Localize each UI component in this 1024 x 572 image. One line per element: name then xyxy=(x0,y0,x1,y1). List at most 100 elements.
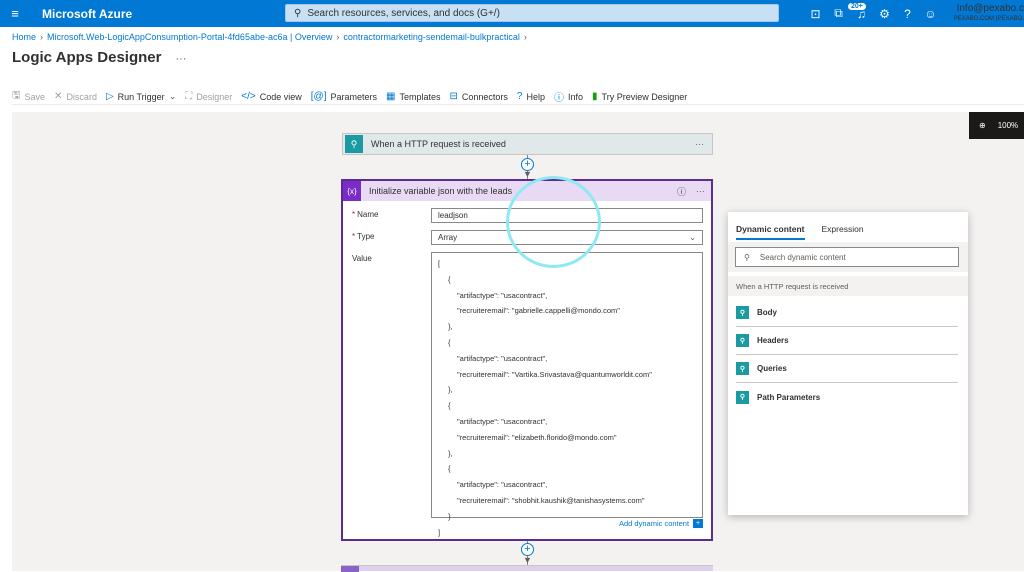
dynamic-item-label: Body xyxy=(757,308,777,317)
type-label-text: Type xyxy=(357,232,375,241)
dynamic-item-queries[interactable]: ⚲ Queries xyxy=(736,355,958,383)
global-search-placeholder: Search resources, services, and docs (G+… xyxy=(307,7,500,19)
type-value: Array xyxy=(438,233,458,242)
info-label: Info xyxy=(568,91,584,102)
page-title-text: Logic Apps Designer xyxy=(12,49,162,66)
breadcrumb-resource[interactable]: Microsoft.Web-LogicAppConsumption-Portal… xyxy=(47,32,332,42)
tab-dynamic-content[interactable]: Dynamic content xyxy=(736,224,805,240)
required-marker: * xyxy=(352,210,356,219)
parameters-icon: [@] xyxy=(310,91,327,102)
run-trigger-label: Run Trigger xyxy=(117,91,165,102)
action-more-icon[interactable]: ··· xyxy=(696,186,705,196)
discard-button[interactable]: ✕ Discard xyxy=(54,91,97,102)
cloud-shell-icon[interactable]: ⊡ xyxy=(804,7,827,21)
code-view-button[interactable]: </> Code view xyxy=(241,91,302,102)
http-request-icon: ⚲ xyxy=(736,306,749,319)
dynamic-search-placeholder: Search dynamic content xyxy=(759,252,846,262)
value-line: "recruiteremail": "gabrielle.cappelli@mo… xyxy=(457,306,620,316)
feedback-icon[interactable]: ☺ xyxy=(919,7,942,21)
value-line: "recruiteremail": "elizabeth.florido@mon… xyxy=(457,432,617,442)
designer-label: Designer xyxy=(196,91,233,102)
trigger-more-icon[interactable]: ··· xyxy=(695,139,704,149)
hamburger-icon[interactable]: ≡ xyxy=(0,6,30,21)
topbar-icons: ⊡ ⧉ ♫ ⚙ ? ☺ xyxy=(804,0,942,27)
designer-button[interactable]: ⛶ Designer xyxy=(185,91,232,102)
try-preview-label: Try Preview Designer xyxy=(601,91,688,102)
chevron-down-icon: ⌄ xyxy=(689,233,696,242)
http-request-icon: ⚲ xyxy=(736,390,749,404)
dynamic-item-path-parameters[interactable]: ⚲ Path Parameters xyxy=(736,383,958,411)
add-dynamic-content-link[interactable]: Add dynamic content + xyxy=(619,519,704,528)
templates-button[interactable]: ▦ Templates xyxy=(386,91,440,102)
run-trigger-button[interactable]: ▷ Run Trigger ⌄ xyxy=(106,91,176,102)
connectors-label: Connectors xyxy=(461,91,508,102)
save-icon: 🖫 xyxy=(12,90,21,101)
trigger-card[interactable]: ⚲ When a HTTP request is received ··· xyxy=(342,133,713,155)
account-menu[interactable]: Info@pexabo.c PEXABO.COM (PEXABO. xyxy=(946,3,1024,25)
search-icon: ⚲ xyxy=(294,7,302,19)
action-title: Initialize variable json with the leads xyxy=(369,186,513,196)
parameters-button[interactable]: [@] Parameters xyxy=(311,91,377,102)
dynamic-item-label: Path Parameters xyxy=(757,392,821,402)
value-label: Value xyxy=(352,254,372,263)
dynamic-item-label: Headers xyxy=(757,336,789,345)
http-request-icon: ⚲ xyxy=(736,334,749,347)
zoom-control[interactable]: ⊕ 100% xyxy=(969,112,1024,139)
info-icon[interactable]: ⓘ xyxy=(677,185,686,198)
name-label: * Name xyxy=(352,210,378,219)
info-button[interactable]: ⓘ Info xyxy=(554,89,584,105)
dynamic-item-headers[interactable]: ⚲ Headers xyxy=(736,327,958,355)
save-label: Save xyxy=(24,91,46,102)
chevron-right-icon: › xyxy=(336,32,340,42)
tab-expression[interactable]: Expression xyxy=(822,224,864,240)
dynamic-content-panel: Dynamic content Expression ⚲ Search dyna… xyxy=(728,212,968,515)
value-textarea[interactable]: [{"artifactype": "usacontract", "recruite… xyxy=(431,252,703,537)
name-label-text: Name xyxy=(357,210,379,219)
panel-search-area: ⚲ Search dynamic content xyxy=(728,242,968,272)
next-action-card[interactable] xyxy=(341,565,713,572)
help-button[interactable]: ? Help xyxy=(517,91,545,102)
breadcrumb-logicapp[interactable]: contractormarketing-sendemail-bulkpracti… xyxy=(343,32,520,42)
variable-icon: {x} xyxy=(343,181,361,201)
value-line: { xyxy=(448,274,451,284)
panel-tabs: Dynamic content Expression xyxy=(728,212,968,240)
type-label: * Type xyxy=(352,232,374,241)
bookmark-icon: ▮ xyxy=(592,91,598,102)
page-title: Logic Apps Designer ··· xyxy=(12,49,186,66)
try-preview-designer-button[interactable]: ▮ Try Preview Designer xyxy=(592,91,687,102)
value-line: }, xyxy=(448,385,453,395)
help-label: Help xyxy=(526,91,545,102)
dynamic-group-header[interactable]: When a HTTP request is received xyxy=(728,276,968,296)
toolbar-divider xyxy=(12,104,1024,105)
required-marker: * xyxy=(352,232,356,241)
dynamic-content-search-input[interactable]: ⚲ Search dynamic content xyxy=(735,247,959,267)
value-line: { xyxy=(448,337,451,347)
http-request-icon: ⚲ xyxy=(345,135,363,153)
zoom-in-icon[interactable]: ⊕ xyxy=(979,121,986,130)
chevron-down-icon: ⌄ xyxy=(168,91,177,101)
code-view-label: Code view xyxy=(259,91,302,102)
arrow-down-icon: ▼ xyxy=(523,555,532,565)
connectors-button[interactable]: ⊟ Connectors xyxy=(450,91,508,102)
dynamic-item-body[interactable]: ⚲ Body xyxy=(736,299,958,327)
connectors-icon: ⊟ xyxy=(449,91,458,102)
global-search-input[interactable]: ⚲ Search resources, services, and docs (… xyxy=(285,4,779,22)
designer-toolbar: 🖫 Save ✕ Discard ▷ Run Trigger ⌄ ⛶ Designer <… xyxy=(12,88,696,105)
templates-icon: ▦ xyxy=(386,91,396,102)
value-line: "artifactype": "usacontract", xyxy=(457,353,548,363)
breadcrumb: Home › Microsoft.Web-LogicAppConsumption-P… xyxy=(12,32,531,42)
help-icon[interactable]: ? xyxy=(896,7,919,21)
brand-label[interactable]: Microsoft Azure xyxy=(42,7,282,21)
dynamic-item-label: Queries xyxy=(757,364,787,373)
breadcrumb-home[interactable]: Home xyxy=(12,32,36,42)
value-line: { xyxy=(448,401,451,411)
more-options-icon[interactable]: ··· xyxy=(175,53,186,65)
save-button[interactable]: 🖫 Save xyxy=(12,88,45,105)
search-icon: ⚲ xyxy=(744,252,750,262)
directory-filter-icon[interactable]: ⧉ xyxy=(827,6,850,21)
variable-icon xyxy=(341,566,359,572)
settings-gear-icon[interactable]: ⚙ xyxy=(873,7,896,21)
notification-badge: 20+ xyxy=(848,3,866,10)
zoom-level: 100% xyxy=(997,121,1019,130)
discard-label: Discard xyxy=(66,91,97,102)
